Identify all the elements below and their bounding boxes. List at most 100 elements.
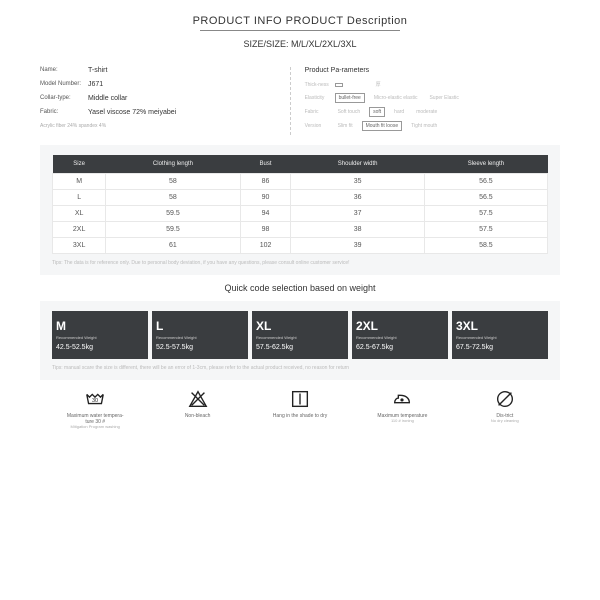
weight-card: XL Recommended Weight 57.5-62.5kg xyxy=(252,311,348,359)
size-cell: 36 xyxy=(291,190,424,206)
size-cell: XL xyxy=(53,206,106,222)
param-option: bullet-free xyxy=(335,93,365,103)
weight-size: M xyxy=(56,319,144,333)
size-cell: 102 xyxy=(240,238,291,254)
param-row: Thick-ness 厚 xyxy=(305,80,560,89)
weight-card: LRecommended Weight52.5-57.5kg xyxy=(152,311,248,359)
weight-size: XL xyxy=(256,319,344,333)
weight-title: Quick code selection based on weight xyxy=(40,283,560,293)
size-cell: L xyxy=(53,190,106,206)
table-row: M58863556.5 xyxy=(53,174,548,190)
table-row: XL59.5943757.5 xyxy=(53,206,548,222)
param-option xyxy=(349,84,355,86)
weight-label: Recommended Weight xyxy=(456,336,544,341)
care-item: Non-bleach xyxy=(146,388,248,430)
param-label: Version xyxy=(305,123,335,129)
size-header: Sleeve length xyxy=(424,155,547,174)
care-sublabel: Mitigation Program washing xyxy=(71,425,120,430)
size-table: SizeClothing lengthBustShoulder widthSle… xyxy=(52,155,548,254)
size-cell: 98 xyxy=(240,222,291,238)
weight-cards: MRecommended Weight42.5-52.5kgLRecommend… xyxy=(52,311,548,359)
size-cell: 59.5 xyxy=(106,222,240,238)
weight-label: Recommended Weight xyxy=(356,336,444,341)
size-cell: M xyxy=(53,174,106,190)
params-title: Product Pa-rameters xyxy=(305,67,560,74)
size-cell: 57.5 xyxy=(424,206,547,222)
collar-value: Middle collar xyxy=(88,95,127,102)
collar-label: Collar-type: xyxy=(40,95,88,102)
size-cell: 58.5 xyxy=(424,238,547,254)
param-label: Fabric xyxy=(305,109,335,115)
weight-range: 67.5-72.5kg xyxy=(456,344,544,351)
size-cell: 56.5 xyxy=(424,190,547,206)
size-cell: 56.5 xyxy=(424,174,547,190)
care-item: Maximum temperature110 # ironing xyxy=(351,388,453,430)
size-cell: 38 xyxy=(291,222,424,238)
table-row: 3XL611023958.5 xyxy=(53,238,548,254)
weight-card: MRecommended Weight42.5-52.5kg xyxy=(52,311,148,359)
weight-card: 3XL Recommended Weight 67.5-72.5kg xyxy=(452,311,548,359)
size-cell: 90 xyxy=(240,190,291,206)
param-option: hard xyxy=(391,108,407,116)
dry-icon xyxy=(289,388,311,410)
param-option xyxy=(361,84,367,86)
param-option: Super Elastic xyxy=(426,94,461,102)
param-option: Slim fit xyxy=(335,122,356,130)
care-label: Hang in the shade to dry xyxy=(273,413,327,419)
svg-text:30: 30 xyxy=(92,398,98,404)
weight-tips: Tips: manual scare the size is different… xyxy=(52,365,548,372)
size-cell: 3XL xyxy=(53,238,106,254)
weight-card: 2XLRecommended Weight62.5-67.5kg xyxy=(352,311,448,359)
weight-range: 57.5-62.5kg xyxy=(256,344,344,351)
param-option: Soft touch xyxy=(335,108,364,116)
size-line: SIZE/SIZE: M/L/XL/2XL/3XL xyxy=(40,39,560,49)
page-title: PRODUCT INFO PRODUCT Description xyxy=(40,15,560,27)
param-option: soft xyxy=(369,107,385,117)
iron-icon xyxy=(391,388,413,410)
info-section: Name:T-shirt Model Number:J671 Collar-ty… xyxy=(40,67,560,135)
size-cell: 2XL xyxy=(53,222,106,238)
care-item: 30Maximum water tempera-ture 30 #Mitigat… xyxy=(44,388,146,430)
weight-label: Recommended Weight xyxy=(156,336,244,341)
size-cell: 86 xyxy=(240,174,291,190)
param-row: Elasticitybullet-freeMicro-elastic elast… xyxy=(305,93,560,103)
size-header: Bust xyxy=(240,155,291,174)
weight-block: MRecommended Weight42.5-52.5kgLRecommend… xyxy=(40,301,560,380)
weight-range: 52.5-57.5kg xyxy=(156,344,244,351)
size-header: Size xyxy=(53,155,106,174)
care-item: Hang in the shade to dry xyxy=(249,388,351,430)
weight-size: 3XL xyxy=(456,319,544,333)
dryclean-icon xyxy=(494,388,516,410)
fabric-note: Acrylic fiber 24% spandex 4% xyxy=(40,123,280,129)
table-row: L58903656.5 xyxy=(53,190,548,206)
name-label: Name: xyxy=(40,67,88,74)
param-option: 厚 xyxy=(373,80,384,89)
fabric-label: Fabric: xyxy=(40,109,88,116)
care-item: Dis-trictNo dry cleaning xyxy=(454,388,556,430)
care-label: Non-bleach xyxy=(185,413,211,419)
model-value: J671 xyxy=(88,81,103,88)
size-cell: 37 xyxy=(291,206,424,222)
size-cell: 59.5 xyxy=(106,206,240,222)
param-label: Thick-ness xyxy=(305,82,335,88)
fabric-value: Yasel viscose 72% meiyabei xyxy=(88,109,176,116)
param-label: Elasticity xyxy=(305,95,335,101)
param-row: VersionSlim fitMouth fit looseTight mout… xyxy=(305,121,560,131)
size-tips: Tips: The data is for reference only. Du… xyxy=(52,260,548,267)
size-table-block: SizeClothing lengthBustShoulder widthSle… xyxy=(40,145,560,275)
basic-info: Name:T-shirt Model Number:J671 Collar-ty… xyxy=(40,67,290,135)
weight-range: 62.5-67.5kg xyxy=(356,344,444,351)
care-instructions: 30Maximum water tempera-ture 30 #Mitigat… xyxy=(40,388,560,430)
size-cell: 35 xyxy=(291,174,424,190)
size-cell: 58 xyxy=(106,190,240,206)
param-option: Tight mouth xyxy=(408,122,440,130)
size-cell: 58 xyxy=(106,174,240,190)
product-parameters: Product Pa-rameters Thick-ness 厚 Elasticit… xyxy=(290,67,560,135)
title-underline xyxy=(200,30,400,31)
model-label: Model Number: xyxy=(40,81,88,88)
weight-label: Recommended Weight xyxy=(56,336,144,341)
care-sublabel: 110 # ironing xyxy=(391,419,414,424)
size-header: Clothing length xyxy=(106,155,240,174)
size-cell: 61 xyxy=(106,238,240,254)
weight-label: Recommended Weight xyxy=(256,336,344,341)
